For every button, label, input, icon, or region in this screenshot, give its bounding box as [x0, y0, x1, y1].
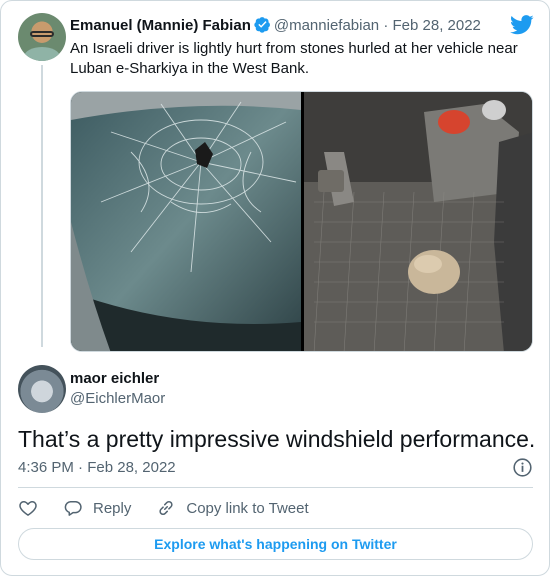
avatar-shirt: [24, 47, 60, 61]
avatar[interactable]: [18, 13, 66, 61]
reply-bubble-icon: [64, 501, 82, 516]
copy-link-label: Copy link to Tweet: [186, 499, 309, 517]
quoted-tweet-text: An Israeli driver is lightly hurt from s…: [70, 40, 518, 77]
car-floor-with-stone-image[interactable]: [304, 92, 533, 352]
author-handle[interactable]: @EichlerMaor: [70, 389, 165, 409]
shattered-windshield-image[interactable]: [71, 92, 301, 352]
reply-label: Reply: [93, 499, 132, 517]
tweet-actions: Reply Copy link to Tweet: [18, 497, 334, 519]
thread-connector-line: [41, 65, 43, 347]
tweet-timestamp[interactable]: 4:36 PM · Feb 28, 2022: [18, 458, 176, 478]
avatar[interactable]: [18, 365, 66, 413]
divider: [18, 487, 533, 488]
embedded-tweet-card: Emanuel (Mannie) Fabian @manniefabian · F…: [0, 0, 550, 576]
verified-badge-icon: [254, 17, 270, 33]
heart-icon: [19, 501, 37, 516]
tweet-media-grid[interactable]: [70, 91, 533, 352]
separator-dot: ·: [78, 459, 84, 476]
twitter-bird-icon[interactable]: [510, 15, 534, 35]
quoted-author-name[interactable]: Emanuel (Mannie) Fabian: [70, 17, 251, 34]
quoted-tweet-header: Emanuel (Mannie) Fabian @manniefabian · F…: [70, 16, 481, 36]
link-icon: [159, 500, 173, 516]
quoted-author-handle[interactable]: @manniefabian: [274, 17, 379, 34]
quoted-tweet-date[interactable]: Feb 28, 2022: [393, 17, 481, 34]
info-icon[interactable]: [512, 457, 533, 478]
tweet-date[interactable]: Feb 28, 2022: [87, 459, 175, 476]
explore-twitter-button[interactable]: Explore what's happening on Twitter: [18, 528, 533, 560]
like-button[interactable]: [18, 498, 38, 518]
tweet-time[interactable]: 4:36 PM: [18, 459, 74, 476]
avatar-glasses: [30, 31, 54, 37]
copy-link-button[interactable]: Copy link to Tweet: [156, 498, 309, 518]
separator-dot: ·: [383, 17, 389, 34]
tweet-text: That’s a pretty impressive windshield pe…: [18, 426, 536, 452]
reply-button[interactable]: Reply: [63, 498, 131, 518]
author-name[interactable]: maor eichler: [70, 369, 159, 389]
